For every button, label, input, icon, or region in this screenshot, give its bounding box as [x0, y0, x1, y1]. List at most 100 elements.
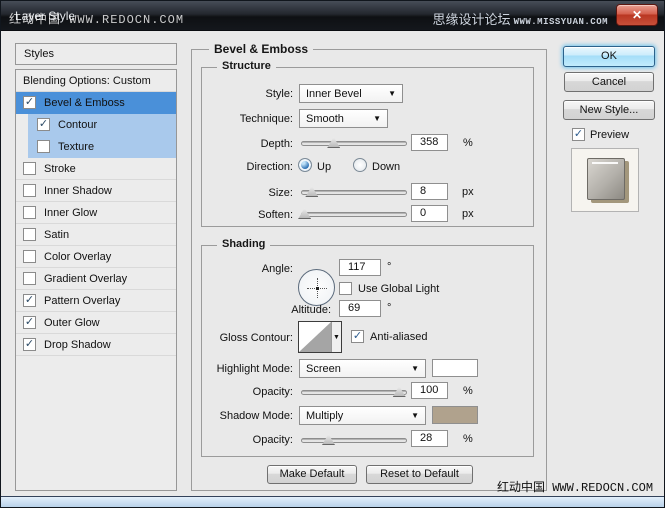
style-preview-thumbnail	[571, 148, 639, 212]
style-enable-checkbox[interactable]: ✓	[23, 294, 36, 307]
preview-bevel-square	[587, 158, 625, 200]
close-button[interactable]: ✕	[616, 4, 658, 26]
style-enable-checkbox[interactable]	[23, 206, 36, 219]
styles-list-item-label: Pattern Overlay	[44, 294, 121, 307]
styles-list-item[interactable]: ✓ Pattern Overlay	[16, 290, 176, 312]
styles-list: Blending Options: Custom ✓ Bevel & Emboss ✓…	[15, 69, 177, 491]
window-frame-bottom	[1, 496, 664, 507]
styles-list-item[interactable]: ✓ Outer Glow	[16, 312, 176, 334]
styles-panel-header[interactable]: Styles	[15, 43, 177, 65]
styles-list-item-label: Outer Glow	[44, 316, 100, 329]
style-enable-checkbox[interactable]	[23, 228, 36, 241]
altitude-input[interactable]: 69	[339, 300, 381, 317]
direction-down-label: Down	[372, 161, 401, 173]
new-style-button[interactable]: New Style...	[563, 100, 655, 120]
styles-list-item[interactable]: ✓ Drop Shadow	[16, 334, 176, 356]
preview-label: Preview	[590, 129, 630, 141]
watermark-bottom: 红动中国 WWW.REDOCN.COM	[497, 481, 654, 495]
angle-dial[interactable]	[298, 269, 335, 306]
highlight-color-swatch[interactable]	[432, 359, 478, 377]
highlight-opacity-label: Opacity:	[252, 386, 293, 398]
technique-dropdown[interactable]: Smooth ▼	[299, 109, 388, 128]
cancel-button[interactable]: Cancel	[564, 72, 654, 92]
shadow-mode-dropdown[interactable]: Multiply ▼	[299, 406, 426, 425]
title-bar[interactable]: Layer Style 红动中国 WWW.REDOCN.COM 思缘设计论坛 W…	[1, 1, 664, 31]
styles-list-item-label: Drop Shadow	[44, 338, 111, 351]
style-enable-checkbox[interactable]	[37, 140, 50, 153]
highlight-mode-value: Screen	[306, 362, 341, 375]
highlight-opacity-input[interactable]: 100	[411, 382, 448, 399]
shading-group-title: Shading	[217, 238, 271, 250]
size-unit: px	[462, 186, 474, 198]
highlight-mode-dropdown[interactable]: Screen ▼	[299, 359, 426, 378]
shadow-opacity-input[interactable]: 28	[411, 430, 448, 447]
style-enable-checkbox[interactable]: ✓	[23, 96, 36, 109]
style-enable-checkbox[interactable]: ✓	[23, 338, 36, 351]
style-enable-checkbox[interactable]	[23, 272, 36, 285]
altitude-unit: °	[387, 302, 392, 314]
shading-group	[201, 245, 534, 457]
styles-list-item[interactable]: Color Overlay	[16, 246, 176, 268]
gloss-contour-label: Gloss Contour:	[219, 332, 293, 344]
shadow-color-swatch[interactable]	[432, 406, 478, 424]
styles-list-item-label: Contour	[58, 118, 98, 131]
angle-input[interactable]: 117	[339, 259, 381, 276]
size-slider[interactable]	[301, 186, 407, 197]
depth-input[interactable]: 358	[411, 134, 448, 151]
altitude-label: Altitude:	[291, 304, 331, 316]
style-label: Style:	[265, 88, 293, 100]
styles-list-item[interactable]: Inner Shadow	[16, 180, 176, 202]
styles-list-item[interactable]: ✓ Bevel & Emboss	[16, 92, 176, 114]
styles-list-item[interactable]: Satin	[16, 224, 176, 246]
structure-group-title: Structure	[217, 60, 276, 72]
styles-list-item-label: Satin	[44, 228, 70, 241]
depth-label: Depth:	[260, 138, 293, 150]
styles-list-item-label: Texture	[58, 140, 95, 153]
soften-input[interactable]: 0	[411, 205, 448, 222]
depth-slider[interactable]	[301, 137, 407, 148]
shadow-opacity-slider[interactable]	[301, 434, 407, 445]
chevron-down-icon: ▼	[411, 364, 419, 373]
styles-list-item[interactable]: Inner Glow	[16, 202, 176, 224]
close-icon: ✕	[631, 8, 643, 22]
depth-unit: %	[463, 137, 473, 149]
style-enable-checkbox[interactable]: ✓	[37, 118, 50, 131]
watermark-forum-site: WWW.MISSYUAN.COM	[513, 17, 608, 27]
gloss-contour-thumbnail	[299, 322, 331, 352]
styles-list-item[interactable]: Stroke	[16, 158, 176, 180]
use-global-light-checkbox[interactable]	[339, 282, 352, 295]
ok-button[interactable]: OK	[563, 46, 655, 67]
styles-list-item[interactable]: ✓ Contour	[28, 114, 176, 136]
highlight-opacity-slider[interactable]	[301, 386, 407, 397]
soften-slider[interactable]	[298, 208, 407, 219]
watermark-forum-name: 思缘设计论坛	[432, 12, 511, 27]
use-global-light-label: Use Global Light	[358, 283, 440, 295]
styles-list-item-label: Gradient Overlay	[44, 272, 128, 285]
direction-down-radio[interactable]	[353, 158, 367, 172]
styles-list-item-label: Blending Options: Custom	[23, 74, 151, 87]
style-enable-checkbox[interactable]	[23, 250, 36, 263]
watermark-top-left: 红动中国 WWW.REDOCN.COM	[9, 13, 185, 27]
size-input[interactable]: 8	[411, 183, 448, 200]
style-enable-checkbox[interactable]: ✓	[23, 316, 36, 329]
angle-label: Angle:	[261, 263, 293, 275]
reset-to-default-button[interactable]: Reset to Default	[366, 465, 473, 484]
anti-aliased-checkbox[interactable]: ✓	[351, 330, 364, 343]
styles-list-item-label: Bevel & Emboss	[44, 96, 125, 109]
anti-aliased-label: Anti-aliased	[370, 331, 428, 343]
make-default-button[interactable]: Make Default	[267, 465, 357, 484]
direction-up-radio[interactable]	[298, 158, 312, 172]
watermark-top-right: 思缘设计论坛 WWW.MISSYUAN.COM	[433, 9, 609, 28]
preview-checkbox[interactable]: ✓	[572, 128, 585, 141]
styles-list-item[interactable]: Texture	[28, 136, 176, 158]
panel-title: Bevel & Emboss	[209, 42, 314, 56]
technique-label: Technique:	[239, 113, 293, 125]
styles-list-item[interactable]: Blending Options: Custom	[16, 70, 176, 92]
styles-list-item[interactable]: Gradient Overlay	[16, 268, 176, 290]
style-enable-checkbox[interactable]	[23, 184, 36, 197]
style-dropdown[interactable]: Inner Bevel ▼	[299, 84, 403, 103]
layer-style-dialog: Layer Style 红动中国 WWW.REDOCN.COM 思缘设计论坛 W…	[0, 0, 665, 508]
shadow-mode-label: Shadow Mode:	[219, 410, 293, 422]
style-enable-checkbox[interactable]	[23, 162, 36, 175]
gloss-contour-picker[interactable]: ▼	[298, 321, 342, 353]
